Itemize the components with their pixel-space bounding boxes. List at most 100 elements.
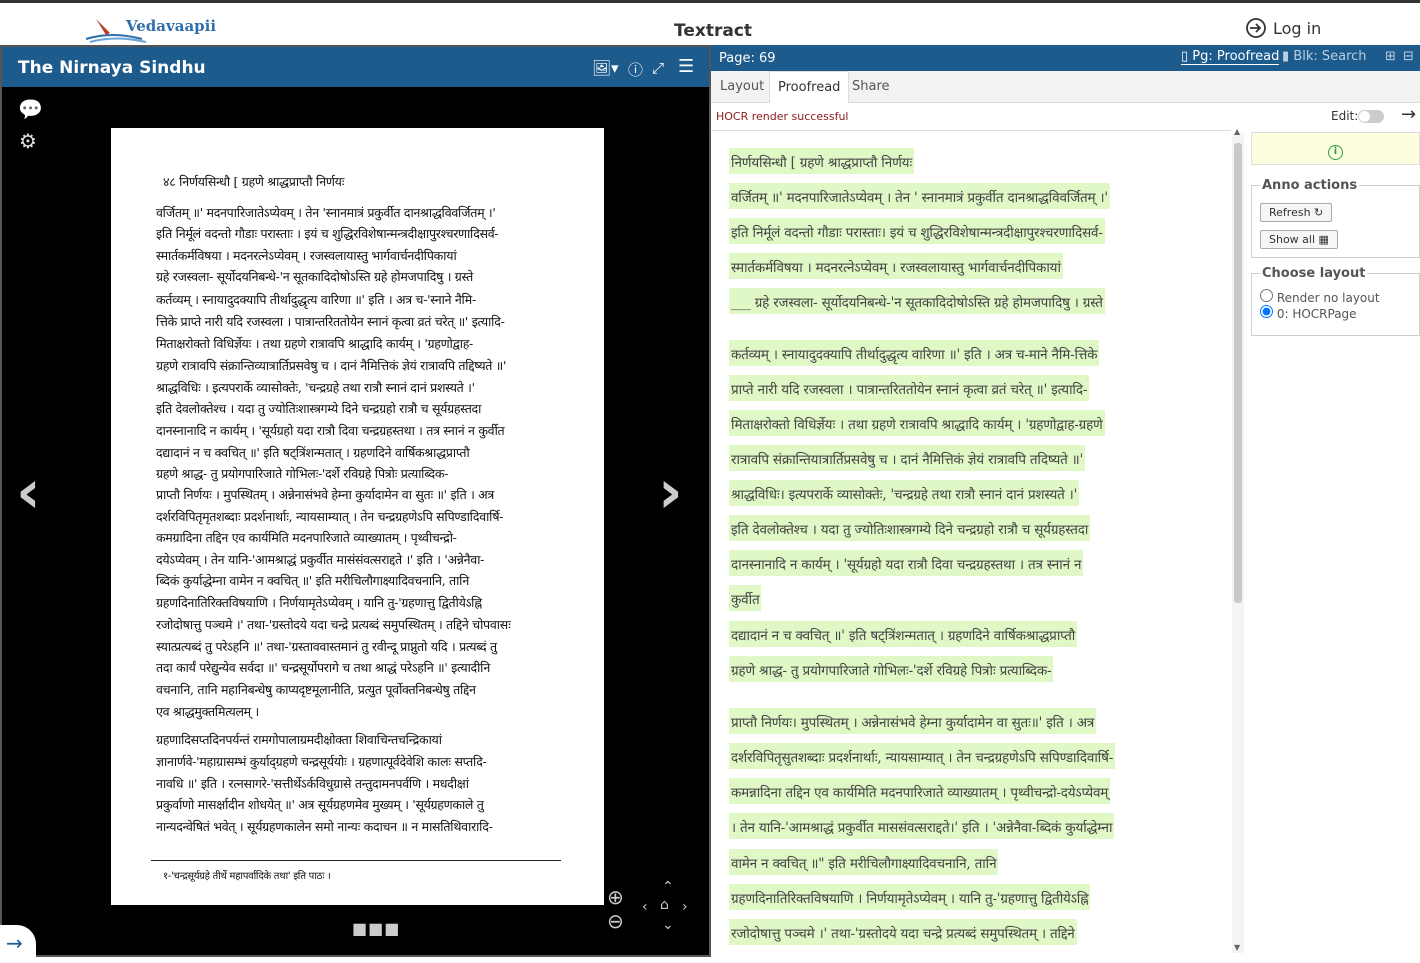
radio-hocr[interactable]	[1260, 305, 1273, 318]
ocr-line[interactable]: दर्शरविपितृसुतशब्दाः प्रदर्शनार्थाः, न्य…	[729, 743, 1116, 769]
book-line: कमग्रादिना तद्दिन एव कार्यमिति मदनपारिजा…	[156, 530, 457, 545]
page-dots-icon[interactable]: ■■■	[352, 919, 400, 938]
opt-no-layout[interactable]: Render no layout	[1260, 289, 1411, 305]
book-line: प्राप्तौ निर्णयः । मुपस्थितम् । अन्नेनास…	[156, 487, 495, 502]
tab-proofread[interactable]: Proofread	[769, 71, 850, 103]
book-line: त्तिके प्राप्ते नारी यदि रजस्वला । पात्र…	[156, 314, 505, 329]
login-label: Log in	[1273, 18, 1322, 38]
ocr-line[interactable]: दद्यादानं न च क्वचित् ॥' इति षट्त्रिंशन्…	[729, 621, 1078, 647]
fullscreen-icon[interactable]: ⤢	[652, 59, 664, 77]
refresh-button[interactable]: Refresh ↻	[1260, 203, 1333, 222]
edit-label: Edit:	[1331, 109, 1359, 123]
scroll-thumb[interactable]	[1234, 143, 1242, 603]
ocr-line[interactable]: ___ ग्रहे रजस्वला- सूर्योदयनिबन्धे-'न सू…	[729, 288, 1105, 314]
book-viewer: The Nirnaya Sindhu 🖼▾ ⓘ ⤢ ☰ 💬 ⚙ ४८ निर्ण…	[0, 45, 711, 963]
radio-no-layout[interactable]	[1260, 289, 1273, 302]
proofread-panel: Page: 69 ▯ Pg: Proofread ▮ Blk: Search ⊞…	[711, 45, 1420, 957]
layout-legend: Choose layout	[1262, 266, 1366, 281]
proofread-header: Page: 69 ▯ Pg: Proofread ▮ Blk: Search ⊞…	[711, 45, 1420, 71]
scrollbar[interactable]: ▲ ▼	[1232, 127, 1244, 953]
ocr-line[interactable]: श्राद्धविधिः। इत्यपरार्के व्यासोक्तेः, '…	[729, 480, 1080, 506]
zoom-out-icon[interactable]: ⊖	[607, 909, 624, 933]
login-button[interactable]: Log in	[1245, 17, 1321, 39]
collapse-arrow-icon[interactable]: →	[0, 925, 36, 963]
ocr-line[interactable]: वामेन न क्वचित् ॥" इति मरीचिलौगाक्ष्यादि…	[729, 849, 999, 875]
book-line: स्यात्प्रत्यब्दं तु परेऽहनि ॥' तथा-'ग्रस…	[156, 639, 497, 654]
blk-search-toggle[interactable]: ▮ Blk: Search	[1282, 49, 1367, 64]
book-line: दद्यादानं न च क्वचित् ॥' इति षट्त्रिंशन्…	[156, 445, 470, 460]
tab-layout[interactable]: Layout	[720, 79, 764, 94]
ocr-line[interactable]: प्राप्ते नारी यदि रजस्वला । पात्रान्तरित…	[729, 375, 1090, 401]
grid-icon[interactable]: ⊞	[1385, 49, 1396, 64]
footnote-divider	[151, 860, 561, 861]
ocr-line[interactable]: रजोदोषात्तु पञ्चमे ।' तथा-'ग्रस्तोदये यद…	[729, 919, 1077, 945]
book-line: ग्रहे रजस्वला- सूर्योदयनिबन्धे-'न सूतकाद…	[156, 269, 473, 284]
ocr-line[interactable]: निर्णयसिन्धौ [ ग्रहणे श्राद्धप्राप्तौ नि…	[729, 148, 914, 174]
proofread-sidebar: i Anno actions Refresh ↻ Show all ▦ Choo…	[1251, 132, 1420, 957]
pan-control[interactable]: ⌃ ‹ ⌂ › ⌄	[640, 879, 700, 934]
tab-bar: Layout Proofread Share	[711, 71, 1420, 103]
status-row: HOCR render successful Edit: →	[711, 103, 1420, 129]
ocr-line[interactable]: स्मार्तकर्मविषया । मदनरत्नेऽप्येवम् । रज…	[729, 253, 1063, 279]
info-icon[interactable]: ⓘ	[628, 59, 643, 80]
ocr-line[interactable]: कर्तव्यम् । स्नायादुदक्यापि तीर्थादुद्धृ…	[729, 340, 1100, 366]
top-bar: Vedavaapii Textract Log in	[0, 0, 1420, 45]
book-line: रजोदोषात्तु पञ्चमे ।' तथा-'ग्रस्तोदये यद…	[156, 617, 511, 632]
comments-icon[interactable]: 💬	[18, 97, 43, 121]
book-line: ग्रहणदिनातिरिक्तविषयाणि । निर्णयामृतेऽप्…	[156, 595, 482, 610]
ocr-line[interactable]: इति देवलोक्तेश्च । यदा तु ज्योतिःशास्त्र…	[729, 515, 1091, 541]
book-line: ४८ निर्णयसिन्धौ [ ग्रहणे श्राद्धप्राप्तौ…	[163, 174, 345, 189]
book-line: दर्शरविपितृमृतशब्दाः प्रदर्शनार्थाः, न्य…	[156, 509, 504, 524]
image-icon[interactable]: 🖼▾	[592, 59, 619, 77]
book-line: प्रकुर्वाणो मासर्क्षादीन शोधयेत् ॥' अत्र…	[156, 797, 484, 812]
book-line: ग्रहणे श्राद्ध- तु प्रयोगपारिजाते गोभिलः…	[156, 466, 449, 481]
pg-proofread-toggle[interactable]: ▯ Pg: Proofread	[1181, 49, 1280, 65]
zoom-in-icon[interactable]: ⊕	[607, 885, 624, 909]
viewer-header: The Nirnaya Sindhu 🖼▾ ⓘ ⤢ ☰	[2, 47, 709, 87]
opt-hocr[interactable]: 0: HOCRPage	[1260, 305, 1411, 321]
ocr-line[interactable]: दानस्नानादि न कार्यम् । 'सूर्यग्रहो यदा …	[729, 550, 1084, 576]
home-icon[interactable]: ⌂	[660, 897, 669, 913]
book-line: इति देवलोक्तेश्च । यदा तु ज्योतिःशास्त्र…	[156, 401, 482, 416]
tab-share[interactable]: Share	[852, 79, 890, 94]
info-box: i	[1251, 132, 1420, 165]
expand-arrow-icon[interactable]: →	[1401, 104, 1416, 125]
adjust-icon[interactable]: ⚙	[19, 129, 37, 153]
ocr-line[interactable]: रात्रावपि संक्रान्तियात्रार्तिप्रसवेषु च…	[729, 445, 1086, 471]
ocr-text-area[interactable]: निर्णयसिन्धौ [ ग्रहणे श्राद्धप्राप्तौ नि…	[711, 130, 1231, 957]
book-line: वचनानि, तानि महानिबन्धेषु काप्यदृष्टमूला…	[156, 682, 476, 697]
anno-legend: Anno actions	[1262, 178, 1358, 193]
ocr-line[interactable]: प्राप्तौ निर्णयः। मुपस्थितम् । अन्नेनासं…	[729, 708, 1097, 734]
menu-icon[interactable]: ☰	[678, 56, 694, 77]
choose-layout: Choose layout Render no layout 0: HOCRPa…	[1251, 266, 1420, 336]
book-line: नावधि ॥' इति । रत्नसागरे-'सत्तीर्थेऽर्कव…	[156, 776, 469, 791]
book-line: ग्रहणे रात्रावपि संक्रान्तिव्यात्रार्तिप…	[156, 358, 507, 373]
book-line: १-'चन्द्रसूर्यग्रहे तीर्थे महापर्वादिके …	[163, 871, 331, 882]
book-line: ग्रहणादिसप्तदिनपर्यन्तं रामगोपालाग्रमदीक…	[156, 732, 442, 747]
book-line: मिताक्षरोक्तो विधिर्ज्ञेयः । तथा ग्रहणे …	[156, 336, 473, 351]
ocr-line[interactable]: इति निर्मूलं वदन्तो गौडाः परास्ताः। इयं …	[729, 218, 1105, 244]
book-line: स्मार्तकर्मविषया । मदनरत्नेऽप्येवम् । रज…	[156, 248, 457, 263]
book-title: The Nirnaya Sindhu	[18, 58, 206, 78]
prev-page-arrow-icon[interactable]: ‹	[16, 457, 41, 527]
logo-text: Vedavaapii	[126, 17, 217, 35]
book-line: एव श्राद्धमुक्तमित्यलम् ।	[156, 704, 259, 719]
ocr-line[interactable]: कुर्वीत	[729, 585, 762, 611]
book-line: वर्जितम् ॥' मदनपारिजातेऽप्येवम् । तेन 'स…	[156, 205, 496, 220]
grid2-icon[interactable]: ⊟	[1403, 49, 1414, 64]
edit-toggle[interactable]	[1358, 110, 1384, 123]
ocr-line[interactable]: ग्रहणे श्राद्ध- तु प्रयोगपारिजाते गोभिलः…	[729, 656, 1054, 682]
book-line: दानस्नानादि न कार्यम् । 'सूर्यग्रहो यदा …	[156, 423, 505, 438]
ocr-line[interactable]: वर्जितम् ॥' मदनपारिजातेऽप्येवम् । तेन ' …	[729, 183, 1110, 209]
ocr-line[interactable]: कमन्नादिना तद्दिन एव कार्यमिति मदनपारिजा…	[729, 778, 1111, 804]
ocr-line[interactable]: । तेन यानि-'आमश्राद्धं प्रकुर्वीत माससंव…	[729, 813, 1115, 839]
next-page-arrow-icon[interactable]: ›	[658, 457, 683, 527]
anno-actions: Anno actions Refresh ↻ Show all ▦	[1251, 178, 1420, 258]
book-line: श्राद्धविधिः । इत्यपरार्के व्यासोक्तेः, …	[156, 380, 475, 395]
book-line: ब्दिकं कुर्याद्धेम्ना वामेन न क्वचित् ॥'…	[156, 573, 469, 588]
status-message: HOCR render successful	[716, 110, 849, 123]
ocr-line[interactable]: ग्रहणदिनातिरिक्तविषयाणि । निर्णयामृतेऽप्…	[729, 884, 1091, 910]
show-all-button[interactable]: Show all ▦	[1260, 230, 1338, 249]
app-title: Textract	[674, 21, 753, 41]
ocr-line[interactable]: मिताक्षरोक्तो विधिर्ज्ञेयः । तथा ग्रहणे …	[729, 410, 1105, 436]
